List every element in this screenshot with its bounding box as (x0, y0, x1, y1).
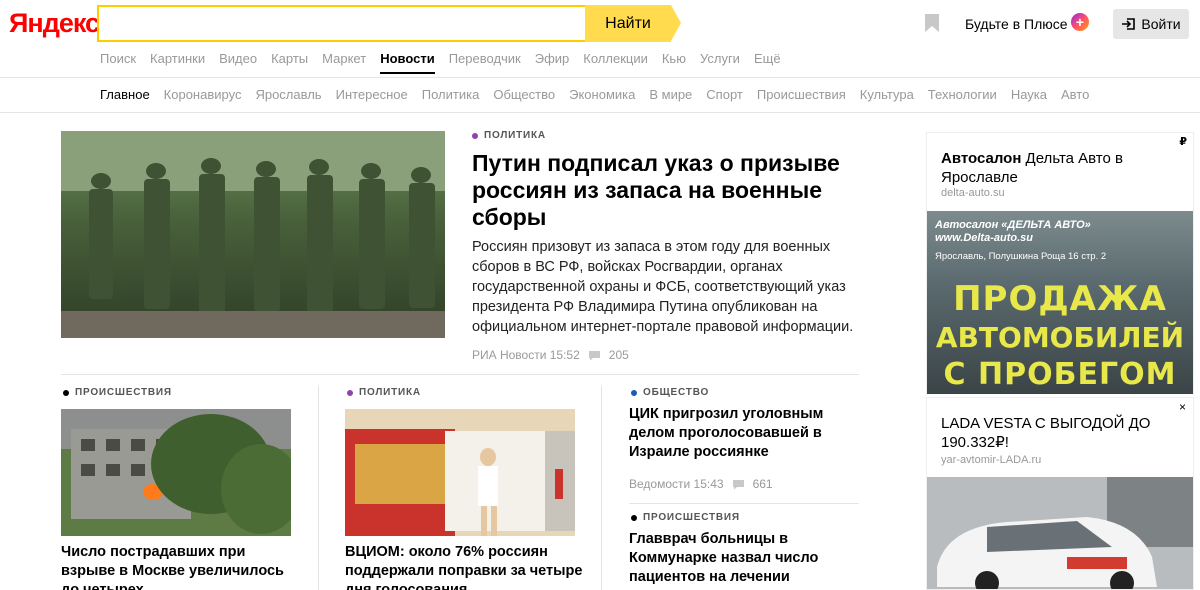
main-story-image[interactable] (61, 131, 445, 338)
service-link[interactable]: Кью (662, 51, 686, 66)
ad-domain[interactable]: delta-auto.su (941, 187, 1005, 199)
rubric-label: ПОЛИТИКА (359, 387, 421, 398)
service-link[interactable]: Эфир (535, 51, 570, 66)
comment-count[interactable]: 205 (609, 348, 629, 362)
rubric-dot (631, 514, 637, 521)
story-rubric[interactable]: ПРОИСШЕСТВИЯ (63, 387, 172, 398)
services-nav: Поиск Картинки Видео Карты Маркет Новости Пере… (100, 51, 795, 74)
story-rubric[interactable]: ПОЛИТИКА (347, 387, 421, 398)
close-icon[interactable]: × (1179, 400, 1186, 414)
banner-big-text: ПРОДАЖА (953, 279, 1167, 319)
login-label: Войти (1141, 16, 1181, 32)
yandex-logo[interactable]: Яндекс (9, 8, 100, 39)
ad-domain[interactable]: yar-avtomir-LADA.ru (941, 454, 1041, 466)
rubric-dot (347, 389, 353, 396)
story-rubric[interactable]: ПРОИСШЕСТВИЯ (631, 512, 740, 523)
rubric-link[interactable]: Главное (100, 87, 150, 102)
car-photo (927, 477, 1193, 589)
divider (629, 503, 859, 504)
soldiers-photo (61, 131, 445, 338)
login-button[interactable]: Войти (1113, 9, 1189, 39)
rubric-label: ПРОИСШЕСТВИЯ (643, 512, 740, 523)
comment-count[interactable]: 661 (753, 477, 773, 491)
banner-big-text: АВТОМОБИЛЕЙ (935, 321, 1185, 354)
rubric-link[interactable]: Авто (1061, 87, 1089, 102)
main-story-rubric[interactable]: ПОЛИТИКА (472, 130, 546, 141)
rubric-dot (472, 132, 478, 139)
rubric-link[interactable]: Коронавирус (164, 87, 242, 102)
service-link[interactable]: Услуги (700, 51, 740, 66)
story-source[interactable]: РИА Новости 15:52 (472, 348, 580, 362)
column-divider (601, 386, 602, 590)
story-meta: Ведомости 15:43 661 (629, 477, 773, 491)
rubric-link[interactable]: Интересное (336, 87, 408, 102)
service-link[interactable]: Карты (271, 51, 308, 66)
rubric-dot (631, 389, 637, 396)
rubric-label: ПРОИСШЕСТВИЯ (75, 387, 172, 398)
ad-title[interactable]: Автосалон Дельта Авто в Ярославле (941, 149, 1171, 187)
rubric-link[interactable]: Наука (1011, 87, 1047, 102)
ad-block-delta-auto[interactable]: ₽ Автосалон Дельта Авто в Ярославле delt… (926, 132, 1194, 394)
ad-block-lada[interactable]: × LADA VESTA С ВЫГОДОЙ ДО 190.332₽! yar-… (926, 397, 1194, 590)
rubric-link[interactable]: Общество (493, 87, 555, 102)
story-title[interactable]: ЦИК пригрозил уголовным делом проголосов… (629, 405, 829, 462)
search-button[interactable]: Найти (585, 5, 681, 42)
rubrics-nav: Главное Коронавирус Ярославль Интересное Пол… (100, 87, 1103, 102)
ad-title[interactable]: LADA VESTA С ВЫГОДОЙ ДО 190.332₽! (941, 414, 1171, 452)
divider (0, 112, 1200, 113)
plus-link[interactable]: Будьте в Плюсе (965, 16, 1068, 32)
rubric-label: ПОЛИТИКА (484, 130, 546, 141)
story-image-voting[interactable] (345, 409, 575, 536)
rubric-link[interactable]: Ярославль (255, 87, 321, 102)
banner-address: Ярославль, Полушкина Роща 16 стр. 2 (935, 251, 1107, 262)
rubric-link[interactable]: Спорт (706, 87, 743, 102)
bookmark-icon[interactable] (924, 13, 940, 33)
rubric-link[interactable]: Политика (422, 87, 480, 102)
ad-marker[interactable]: ₽ (1179, 135, 1187, 148)
rubric-link[interactable]: Культура (860, 87, 914, 102)
plus-badge-icon: + (1071, 13, 1089, 31)
service-link[interactable]: Ещё (754, 51, 781, 66)
story-title[interactable]: Главврач больницы в Коммунарке назвал чи… (629, 530, 829, 587)
story-rubric[interactable]: ОБЩЕСТВО (631, 387, 709, 398)
story-title[interactable]: ВЦИОМ: около 76% россиян поддержали попр… (345, 543, 585, 590)
story-source[interactable]: Ведомости 15:43 (629, 477, 724, 491)
main-story-title[interactable]: Путин подписал указ о призыве россиян из… (472, 150, 852, 231)
search-input[interactable] (99, 7, 585, 40)
banner-big-text: С ПРОБЕГОМ (943, 357, 1177, 392)
search-box[interactable] (97, 5, 587, 42)
voting-photo (345, 409, 575, 536)
service-link[interactable]: Переводчик (449, 51, 521, 66)
comment-icon (732, 479, 744, 489)
column-divider (318, 386, 319, 590)
rubric-label: ОБЩЕСТВО (643, 387, 710, 398)
service-link[interactable]: Видео (219, 51, 257, 66)
explosion-photo (61, 409, 291, 536)
logo-text: Яндекс (9, 8, 100, 38)
banner-url: www.Delta-auto.su (935, 232, 1033, 244)
ad-banner[interactable]: Автосалон «ДЕЛЬТА АВТО» www.Delta-auto.s… (927, 211, 1193, 394)
comment-icon (588, 350, 600, 360)
service-link[interactable]: Картинки (150, 51, 205, 66)
rubric-link[interactable]: Технологии (928, 87, 997, 102)
service-link[interactable]: Поиск (100, 51, 136, 66)
rubric-link[interactable]: Происшествия (757, 87, 846, 102)
service-link[interactable]: Маркет (322, 51, 366, 66)
service-link[interactable]: Новости (380, 51, 435, 74)
divider (0, 77, 1200, 78)
story-image-explosion[interactable] (61, 409, 291, 536)
ad-title-bold: Автосалон (941, 150, 1022, 167)
divider (61, 374, 859, 375)
story-title[interactable]: Число пострадавших при взрыве в Москве у… (61, 543, 301, 590)
service-link[interactable]: Коллекции (583, 51, 648, 66)
banner-line: Автосалон «ДЕЛЬТА АВТО» (935, 219, 1091, 231)
main-story-meta: РИА Новости 15:52 205 (472, 348, 629, 362)
rubric-dot (63, 389, 69, 396)
banner-header: Автосалон «ДЕЛЬТА АВТО» www.Delta-auto.s… (935, 219, 1091, 245)
rubric-link[interactable]: В мире (649, 87, 692, 102)
login-icon (1122, 18, 1136, 30)
rubric-link[interactable]: Экономика (569, 87, 635, 102)
main-story-text: Россиян призовут из запаса в этом году д… (472, 239, 854, 335)
ad-car-image[interactable] (927, 477, 1193, 589)
